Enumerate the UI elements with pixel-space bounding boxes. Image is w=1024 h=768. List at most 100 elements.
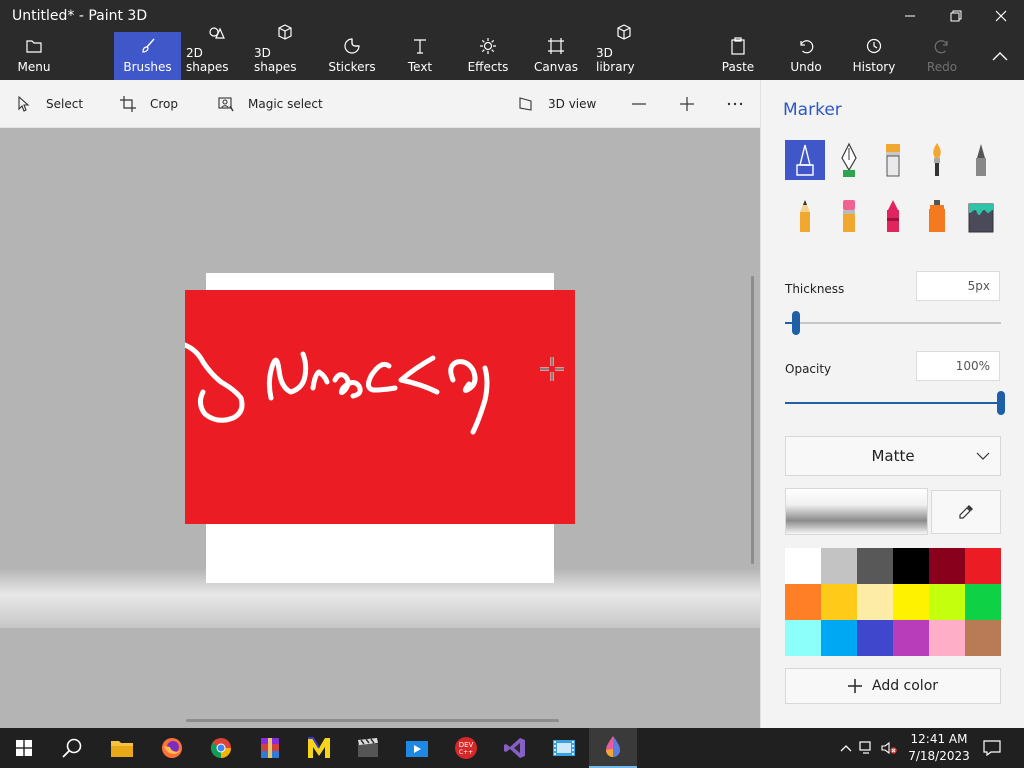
tab-canvas[interactable]: Canvas	[534, 32, 578, 80]
color-swatch[interactable]	[893, 548, 929, 584]
oil-brush-icon	[886, 144, 900, 177]
color-swatch[interactable]	[857, 620, 893, 656]
dev-cpp-button[interactable]: DEV C++	[442, 728, 490, 768]
opacity-input[interactable]: 100%	[916, 351, 1000, 381]
pixel-pen-brush[interactable]	[961, 140, 1001, 180]
history-button[interactable]: History	[850, 32, 898, 80]
color-swatch[interactable]	[785, 620, 821, 656]
show-hidden-icons-button[interactable]	[836, 744, 856, 752]
color-swatch[interactable]	[857, 548, 893, 584]
tab-text[interactable]: Text	[398, 32, 442, 80]
calligraphy-pen-brush[interactable]	[829, 140, 869, 180]
collapse-ribbon-button[interactable]	[984, 32, 1016, 80]
opacity-slider-thumb[interactable]	[997, 391, 1005, 415]
media-player-button[interactable]	[393, 728, 441, 768]
spray-can-brush[interactable]	[917, 196, 957, 236]
color-swatch[interactable]	[965, 620, 1001, 656]
tab-effects[interactable]: Effects	[466, 32, 510, 80]
notifications-button[interactable]	[968, 728, 1016, 768]
firefox-icon	[162, 738, 182, 758]
tab-2d-shapes[interactable]: 2D shapes	[186, 27, 248, 80]
paste-button[interactable]: Paste	[716, 32, 760, 80]
red-rectangle-object[interactable]	[182, 290, 575, 524]
watercolor-brush[interactable]	[917, 140, 957, 180]
tab-stickers[interactable]: Stickers	[328, 32, 376, 80]
volume-muted-icon[interactable]	[878, 741, 900, 755]
plus-icon	[680, 97, 694, 111]
opacity-slider[interactable]	[785, 391, 1005, 415]
more-options-button[interactable]	[727, 80, 743, 128]
ribbon: Menu Brushes 2D shapes 3D shapes Sticker…	[0, 24, 1024, 80]
opacity-label: Opacity	[785, 362, 832, 376]
crop-label: Crop	[150, 97, 179, 111]
color-swatch[interactable]	[821, 620, 857, 656]
tab-3d-shapes[interactable]: 3D shapes	[254, 24, 316, 80]
file-explorer-button[interactable]	[98, 728, 146, 768]
undo-button[interactable]: Undo	[784, 32, 828, 80]
color-swatch[interactable]	[893, 620, 929, 656]
thickness-input[interactable]: 5px	[916, 271, 1000, 301]
tab-3d-library[interactable]: 3D library	[596, 24, 652, 80]
taskbar-clock[interactable]: 12:41 AM 7/18/2023	[900, 731, 978, 765]
minimize-button[interactable]	[887, 0, 933, 32]
paint-3d-icon	[606, 736, 620, 757]
3d-view-button[interactable]: 3D view	[518, 80, 596, 128]
menu-button[interactable]: Menu	[10, 32, 58, 80]
pixel-pen-icon	[976, 144, 986, 176]
color-swatch[interactable]	[965, 584, 1001, 620]
video-editor-button[interactable]	[344, 728, 392, 768]
redo-button[interactable]: Redo	[920, 32, 964, 80]
eyedropper-button[interactable]	[931, 490, 1001, 534]
color-swatch[interactable]	[857, 584, 893, 620]
firefox-button[interactable]	[148, 728, 196, 768]
crayon-brush[interactable]	[873, 196, 913, 236]
color-swatch[interactable]	[785, 548, 821, 584]
add-color-button[interactable]: Add color	[785, 668, 1001, 704]
fill-brush[interactable]	[961, 196, 1001, 236]
color-swatch[interactable]	[893, 584, 929, 620]
canvas-workspace[interactable]	[0, 128, 760, 728]
folder-icon	[25, 37, 43, 55]
select-button[interactable]: Select	[16, 80, 83, 128]
oil-brush[interactable]	[873, 140, 913, 180]
restore-button[interactable]	[933, 0, 979, 32]
color-swatch[interactable]	[929, 548, 965, 584]
app-m-button[interactable]	[295, 728, 343, 768]
vertical-scrollbar[interactable]	[751, 276, 754, 564]
pencil-brush[interactable]	[785, 196, 825, 236]
history-icon	[865, 37, 883, 55]
network-icon[interactable]	[856, 741, 878, 755]
minimize-icon	[905, 15, 915, 17]
thickness-slider[interactable]	[785, 311, 1001, 335]
chrome-button[interactable]	[197, 728, 245, 768]
panel-title: Marker	[783, 100, 842, 120]
color-swatch[interactable]	[821, 548, 857, 584]
shapes-2d-icon	[208, 23, 226, 41]
magic-select-button[interactable]: Magic select	[218, 80, 323, 128]
canvas-icon	[547, 37, 565, 55]
search-button[interactable]	[48, 728, 96, 768]
zoom-in-button[interactable]	[679, 80, 695, 128]
thickness-slider-thumb[interactable]	[791, 311, 800, 335]
color-swatch[interactable]	[821, 584, 857, 620]
movie-maker-button[interactable]	[540, 728, 588, 768]
text-icon	[411, 37, 429, 55]
winrar-button[interactable]	[246, 728, 294, 768]
color-swatch[interactable]	[965, 548, 1001, 584]
paint-3d-button[interactable]	[589, 728, 637, 768]
eraser-brush[interactable]	[829, 196, 869, 236]
crop-button[interactable]: Crop	[120, 80, 178, 128]
close-button[interactable]	[978, 0, 1024, 32]
horizontal-scrollbar[interactable]	[186, 719, 559, 722]
zoom-out-button[interactable]	[631, 80, 647, 128]
visual-studio-button[interactable]	[491, 728, 539, 768]
color-swatch[interactable]	[785, 584, 821, 620]
color-swatch[interactable]	[929, 620, 965, 656]
finish-dropdown[interactable]: Matte	[785, 436, 1001, 476]
color-swatch[interactable]	[929, 584, 965, 620]
start-button[interactable]	[0, 728, 48, 768]
chevron-up-icon	[992, 52, 1008, 61]
marker-brush[interactable]	[785, 140, 825, 180]
current-color-preview[interactable]	[785, 488, 928, 535]
tab-brushes[interactable]: Brushes	[114, 32, 181, 80]
